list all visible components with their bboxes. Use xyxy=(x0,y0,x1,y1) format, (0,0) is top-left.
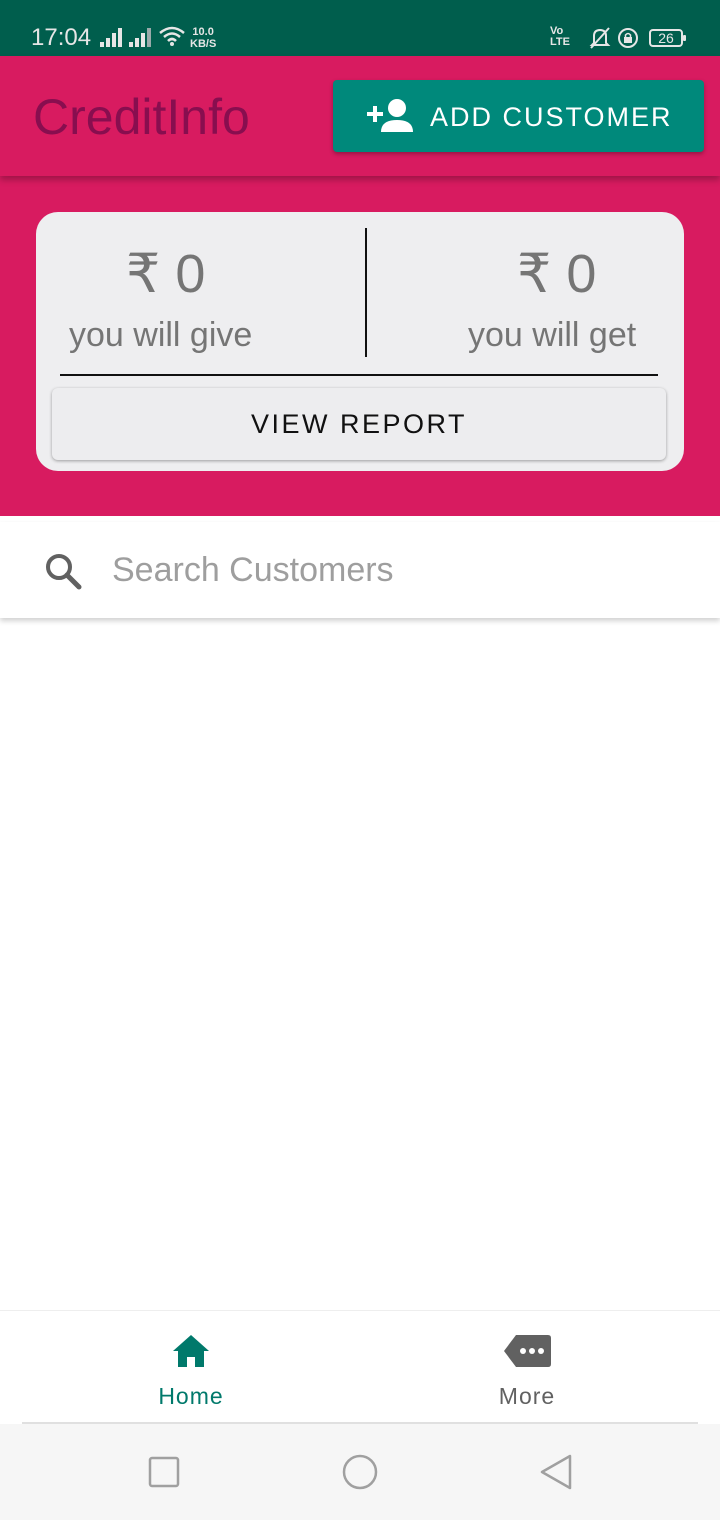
home-icon xyxy=(173,1335,209,1367)
bell-muted-icon xyxy=(589,27,611,49)
get-label: you will get xyxy=(468,316,637,354)
nav-label-more: More xyxy=(498,1383,556,1409)
battery-icon: 26 xyxy=(649,29,686,47)
more-tag-icon xyxy=(504,1335,551,1367)
give-label: you will give xyxy=(69,316,253,354)
back-icon[interactable] xyxy=(538,1454,574,1490)
status-time: 17:04 xyxy=(31,24,92,51)
search-input[interactable] xyxy=(112,546,672,594)
vertical-divider xyxy=(365,228,367,357)
horizontal-divider xyxy=(60,374,658,376)
summary-card: ₹ 0 you will give ₹ 0 you will get VIEW … xyxy=(36,212,684,471)
volte-bottom: LTE xyxy=(550,36,570,48)
person-add-icon xyxy=(367,99,413,132)
home-circle-icon[interactable] xyxy=(341,1454,379,1490)
signal-icon xyxy=(100,28,122,47)
net-speed: 10.0 KB/S xyxy=(190,26,216,50)
system-nav-bar xyxy=(0,1424,720,1520)
give-amount: ₹ 0 xyxy=(126,244,206,304)
view-report-button[interactable]: VIEW REPORT xyxy=(52,388,666,460)
app-bar: CreditInfo ADD CUSTOMER xyxy=(0,56,720,176)
add-customer-label: ADD CUSTOMER xyxy=(430,102,673,132)
recent-apps-icon[interactable] xyxy=(148,1454,180,1490)
nav-item-home[interactable]: Home xyxy=(11,1311,371,1423)
search-icon xyxy=(46,554,82,590)
summary-section: ₹ 0 you will give ₹ 0 you will get VIEW … xyxy=(0,176,720,516)
signal-icon xyxy=(129,28,151,47)
status-bar: 17:04 10.0 KB/S Vo LTE 26 xyxy=(0,0,720,56)
nav-label-home: Home xyxy=(158,1383,224,1409)
nav-item-more[interactable]: More xyxy=(347,1311,707,1423)
add-customer-button[interactable]: ADD CUSTOMER xyxy=(333,80,704,152)
bottom-nav: Home More xyxy=(0,1310,720,1423)
search-bar xyxy=(0,522,720,618)
wifi-icon xyxy=(159,26,185,46)
net-speed-unit: KB/S xyxy=(190,38,217,50)
get-amount: ₹ 0 xyxy=(517,244,597,304)
rotation-lock-icon xyxy=(618,28,638,48)
net-speed-value: 10.0 xyxy=(192,26,214,38)
app-title: CreditInfo xyxy=(33,89,250,145)
volte-icon: Vo LTE xyxy=(550,26,570,48)
